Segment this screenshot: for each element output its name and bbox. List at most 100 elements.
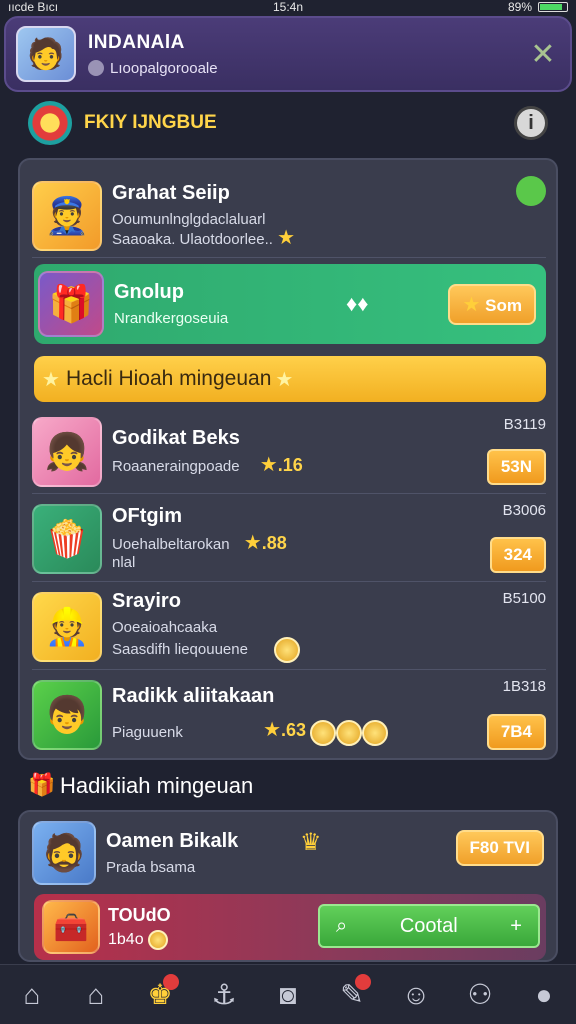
list-item[interactable]: 👷 Srayiro Ooeaioahcaaka Saasdifh lieqouu…: [32, 584, 546, 670]
row-subtitle-line: Ooumunlnglgdaclaluarl: [112, 211, 266, 228]
row-title: Srayiro: [112, 590, 181, 612]
list-item[interactable]: 👦 Radikk aliitakaan Piaguuenk ★.63 1B318…: [32, 672, 546, 758]
battery-percent: 89%: [507, 0, 533, 14]
coin-icon: [148, 929, 169, 950]
row-subtitle: Piaguuenk ★.63: [112, 719, 546, 746]
refresh-icon[interactable]: [516, 176, 546, 206]
row-subtitle-line: Saasdifh lieqouuene: [112, 637, 546, 663]
row-subtitle: Uoehalbeltarokan ★.88 nlal: [112, 533, 546, 572]
battery-group: 89%: [381, 0, 569, 14]
anchor-icon[interactable]: ⚓: [201, 972, 247, 1018]
list-item[interactable]: 🍿 OFtgim Uoehalbeltarokan ★.88 nlal B300…: [32, 496, 546, 582]
gems-icon: ♦♦: [346, 291, 369, 316]
promo-banner[interactable]: 🎁 Gnolup Nrandkergoseuia ♦♦ ★ Som: [34, 264, 546, 344]
list-item[interactable]: 🧔 Oamen Bikalk Prada bsama ♛ F80 TVI: [32, 818, 546, 888]
trophy-icon[interactable]: ♚: [137, 972, 183, 1018]
row-price: B3006: [502, 502, 546, 519]
list-item[interactable]: 👧 Godikat Beks Roaaneraingpoade ★.16 B31…: [32, 410, 546, 494]
notification-badge: [163, 973, 179, 990]
coin-icon: [362, 719, 389, 746]
star-icon: ★: [277, 227, 296, 249]
banner-chip-label: Som: [485, 295, 522, 315]
gamepad-icon[interactable]: ◙: [265, 972, 311, 1018]
profile-subtitle: Lıoopalgorooale: [88, 60, 526, 77]
row-subtitle-line: Uoehalbeltarokan ★.88: [112, 533, 546, 554]
star-icon: ★: [263, 719, 282, 742]
popcorn-icon: 🍿: [32, 503, 102, 574]
avatar[interactable]: 🧑: [16, 26, 76, 82]
reward-numbers: 1b4o: [108, 929, 171, 950]
smile-icon[interactable]: ☺: [393, 972, 439, 1018]
chest-icon: 🎁: [38, 271, 104, 337]
row-title: Godikat Beks: [112, 427, 240, 449]
profile-icon[interactable]: ●: [521, 972, 567, 1018]
weekly-strip-label: Hacli Hioah mingeuan: [65, 367, 272, 390]
chat-icon[interactable]: ✎: [329, 972, 375, 1018]
avatar-boy-icon: 👦: [32, 680, 102, 750]
weekly-panel: 🧔 Oamen Bikalk Prada bsama ♛ F80 TVI 🧰 T…: [18, 810, 558, 962]
section-header: FKIY IJNGBUE i: [28, 98, 548, 148]
plus-icon: +: [510, 914, 522, 937]
badge-icon: [88, 60, 104, 76]
coin-icon: [336, 719, 363, 746]
buy-button[interactable]: 53N: [486, 449, 546, 485]
users-icon[interactable]: ⚇: [457, 972, 503, 1018]
row-subtitle: Ooeaioahcaaka Saasdifh lieqouuene: [112, 619, 546, 663]
reward-title: TOUdO: [108, 904, 171, 925]
banner-subtitle: Nrandkergoseuia: [114, 309, 229, 327]
row-subtitle-line: Saaoaka. Ulaotdoorlee.. ★: [112, 227, 546, 249]
treasure-icon: 🧰: [42, 900, 100, 954]
row-title: Radikk aliitakaan: [112, 684, 275, 707]
row-points: ★.16: [260, 455, 303, 475]
row-subtitle-text: Uoehalbeltarokan: [112, 536, 230, 553]
star-icon: ★: [275, 368, 294, 391]
row-title: Grahat Seiip: [112, 182, 230, 204]
crown-icon: ♛: [300, 829, 322, 856]
row-subtitle-line: nlal: [112, 554, 136, 571]
avatar-girl-icon: 👧: [32, 416, 102, 487]
info-icon[interactable]: i: [514, 106, 548, 140]
reward-banner[interactable]: 🧰 TOUdO 1b4o ⌕ Cootal +: [34, 894, 546, 960]
row-subtitle-text: Roaaneraingpoade: [112, 458, 240, 475]
notification-badge: [355, 973, 371, 990]
home-icon[interactable]: ⌂: [73, 972, 119, 1018]
bottom-nav: ⌂ ⌂ ♚ ⚓ ◙ ✎ ☺ ⚇ ●: [0, 964, 576, 1024]
reward-numbers-text: 1b4o: [108, 930, 144, 948]
star-icon: ★: [243, 532, 262, 554]
collect-button[interactable]: ⌕ Cootal +: [318, 904, 540, 948]
list-item[interactable]: 👮 Grahat Seiip Ooumunlnglgdaclaluarl Saa…: [32, 174, 546, 258]
weekly-chip[interactable]: F80 TVI: [455, 830, 544, 866]
banner-chip[interactable]: ★ Som: [448, 283, 536, 325]
search-icon: ⌕: [336, 914, 348, 937]
star-icon: ★: [462, 293, 481, 316]
banner-title: Gnolup: [114, 280, 184, 303]
avatar-police-icon: 👮: [32, 180, 102, 251]
buy-button[interactable]: 324: [489, 537, 546, 573]
week-title: Hadikiiah mingeuan: [60, 773, 254, 798]
row-price: B5100: [502, 590, 546, 607]
avatar-worker-icon: 👷: [32, 591, 102, 662]
row-title: OFtgim: [112, 505, 182, 527]
row-subtitle-text: Saasdifh lieqouuene: [112, 640, 248, 658]
status-bar: ııcde Bıcı 15:4n 89%: [0, 0, 576, 14]
clock: 15:4n: [272, 0, 304, 14]
row-price: 1B318: [502, 678, 546, 695]
section-badge-icon: [28, 101, 72, 145]
row-points: ★.88: [244, 533, 287, 553]
offers-panel: 👮 Grahat Seiip Ooumunlnglgdaclaluarl Saa…: [18, 158, 558, 760]
star-icon: ★: [42, 368, 60, 391]
collect-label: Cootal: [399, 914, 458, 937]
battery-icon: [538, 2, 569, 12]
avatar-man-icon: 🧔: [32, 821, 96, 885]
row-points-value: .16: [277, 455, 303, 475]
profile-name: INDANAlA: [88, 31, 185, 53]
buy-button[interactable]: 7B4: [486, 714, 546, 750]
home-icon[interactable]: ⌂: [9, 972, 55, 1018]
row-subtitle: Ooumunlnglgdaclaluarl Saaoaka. Ulaotdoor…: [112, 211, 546, 249]
carrier-label: ııcde Bıcı: [8, 0, 59, 14]
close-icon[interactable]: ✕: [526, 37, 560, 71]
row-subtitle-text: Piaguuenk: [112, 723, 183, 741]
coin-icon: [310, 719, 337, 746]
weekly-strip[interactable]: ★ Hacli Hioah mingeuan ★: [34, 356, 546, 402]
profile-subtitle-text: Lıoopalgorooale: [110, 59, 218, 77]
